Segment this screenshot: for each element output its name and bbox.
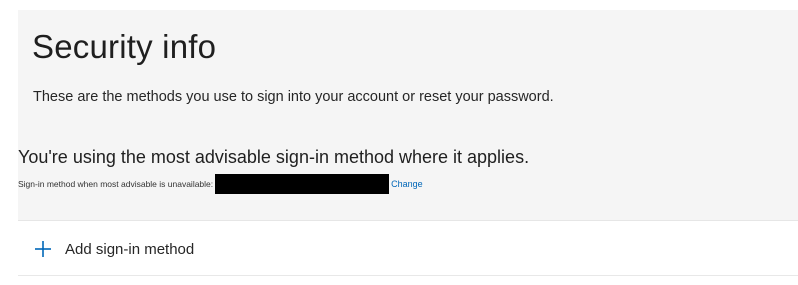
advisable-method-notice: You're using the most advisable sign-in … bbox=[18, 147, 530, 167]
change-link[interactable]: Change bbox=[391, 179, 423, 189]
sign-in-methods-card: Add sign-in method bbox=[18, 220, 798, 285]
left-margin bbox=[0, 0, 18, 284]
top-margin bbox=[0, 0, 798, 10]
add-sign-in-method-button[interactable]: Add sign-in method bbox=[34, 235, 194, 263]
page-title: Security info bbox=[32, 28, 217, 65]
redacted-fallback-method bbox=[215, 174, 390, 194]
card-divider bbox=[18, 275, 798, 276]
security-info-panel: Security info These are the methods you … bbox=[0, 0, 798, 285]
add-sign-in-method-label: Add sign-in method bbox=[65, 240, 195, 258]
fallback-method-label: Sign-in method when most advisable is un… bbox=[18, 179, 214, 189]
page-subtitle: These are the methods you use to sign in… bbox=[33, 89, 554, 105]
plus-icon bbox=[34, 240, 52, 258]
fallback-method-row: Sign-in method when most advisable is un… bbox=[18, 174, 423, 194]
